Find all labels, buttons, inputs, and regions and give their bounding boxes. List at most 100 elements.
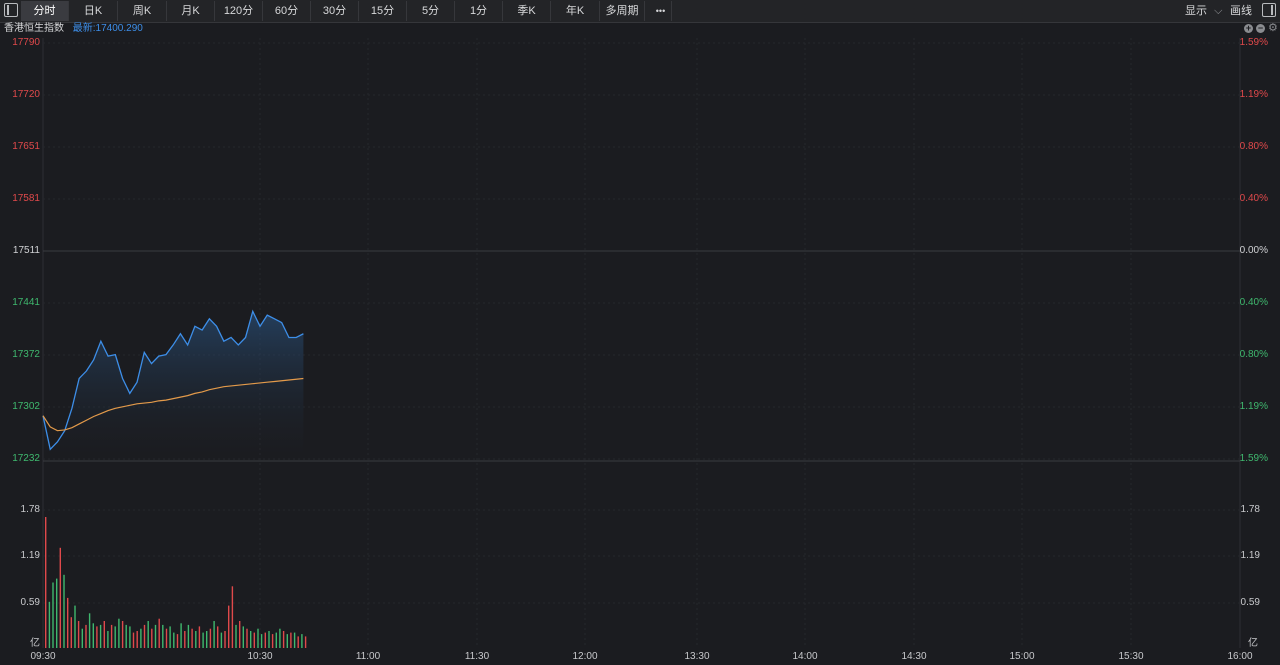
volume-bar [279,628,281,648]
volume-bar [70,617,72,648]
volume-bar [125,624,127,648]
volume-bar [103,621,105,648]
volume-bar [99,624,102,648]
volume-label: 0.59 [20,597,40,608]
volume-bar [45,517,47,648]
volume-bar [250,631,252,648]
volume-bar [253,632,255,648]
volume-bar [198,626,201,648]
volume-bar [224,631,226,648]
volume-bar [63,574,65,648]
volume-bar [132,632,135,648]
volume-bar [242,626,244,648]
time-label: 15:00 [1009,651,1035,662]
volume-bar [217,626,219,648]
percent-label: 0.40% [1239,297,1268,308]
time-label: 16:00 [1227,651,1253,662]
volume-bar [282,631,285,648]
price-area [43,311,304,459]
volume-bar [74,605,76,648]
time-label: 12:00 [572,651,598,662]
volume-bar [143,624,146,648]
volume-bar [180,623,182,648]
volume-bar [264,632,266,648]
time-label: 14:00 [792,651,818,662]
volume-bar [184,631,186,648]
volume-bar [81,628,83,648]
volume-bar [140,628,142,648]
percent-label: 0.40% [1239,193,1268,204]
volume-bar [191,628,193,648]
volume-bar [220,632,223,648]
volume-bar [206,631,208,648]
time-label: 13:30 [684,651,710,662]
volume-bar [275,632,277,648]
volume-bar [107,631,109,648]
volume-label: 1.78 [20,504,40,515]
percent-label: 1.19% [1239,89,1268,100]
volume-unit-label: 亿 [30,638,40,649]
time-label: 10:30 [247,651,273,662]
volume-bar [77,621,80,648]
percent-label: 1.19% [1239,401,1268,412]
volume-bar [228,605,230,648]
volume-bar [209,628,212,648]
time-label: 11:30 [464,651,490,662]
volume-bar [304,636,307,648]
percent-label: 0.80% [1239,141,1268,152]
volume-bar [301,634,303,648]
volume-bar [246,628,248,648]
volume-label-right: 1.78 [1240,504,1260,515]
price-label: 17441 [12,297,40,308]
volume-bar [92,623,94,648]
volume-bar [121,621,124,648]
volume-bar [213,621,215,648]
volume-label-right: 1.19 [1240,550,1260,561]
volume-bar [268,631,270,648]
volume-bar [48,601,51,649]
percent-label: 1.59% [1239,453,1268,464]
volume-bar [187,624,190,648]
time-label: 09:30 [30,651,56,662]
volume-bar [158,618,160,648]
price-label: 17511 [12,245,40,256]
volume-bar [165,628,168,648]
time-label: 15:30 [1118,651,1144,662]
volume-bar [96,626,98,648]
volume-bar [67,597,69,648]
volume-bar [290,632,292,648]
price-label: 17581 [12,193,40,204]
volume-bar [52,582,54,648]
volume-bar [235,624,237,648]
time-label: 14:30 [901,651,927,662]
price-label: 17651 [12,141,40,152]
price-label: 17790 [12,37,40,48]
volume-bar [85,624,87,648]
volume-label: 1.19 [20,550,40,561]
volume-label-right: 0.59 [1240,597,1260,608]
volume-bar [151,628,153,648]
volume-bar [293,632,296,648]
volume-bar [129,626,131,648]
percent-label: 0.00% [1239,245,1268,256]
volume-unit-label-right: 亿 [1248,638,1258,649]
volume-bar [110,624,113,648]
volume-bar [162,624,164,648]
volume-bar [231,586,234,648]
price-label: 17372 [12,349,40,360]
volume-bar [297,636,299,648]
volume-bar [195,631,197,648]
volume-bar [173,632,175,648]
volume-bar [260,634,263,648]
volume-bar [59,547,61,648]
volume-bar [169,626,171,648]
percent-label: 1.59% [1239,37,1268,48]
price-label: 17232 [12,453,40,464]
price-label: 17720 [12,89,40,100]
volume-bar [176,634,179,648]
volume-bar [88,613,91,648]
volume-bar [147,621,149,648]
volume-bar [257,628,259,648]
price-label: 17302 [12,401,40,412]
intraday-chart[interactable] [0,0,1280,665]
